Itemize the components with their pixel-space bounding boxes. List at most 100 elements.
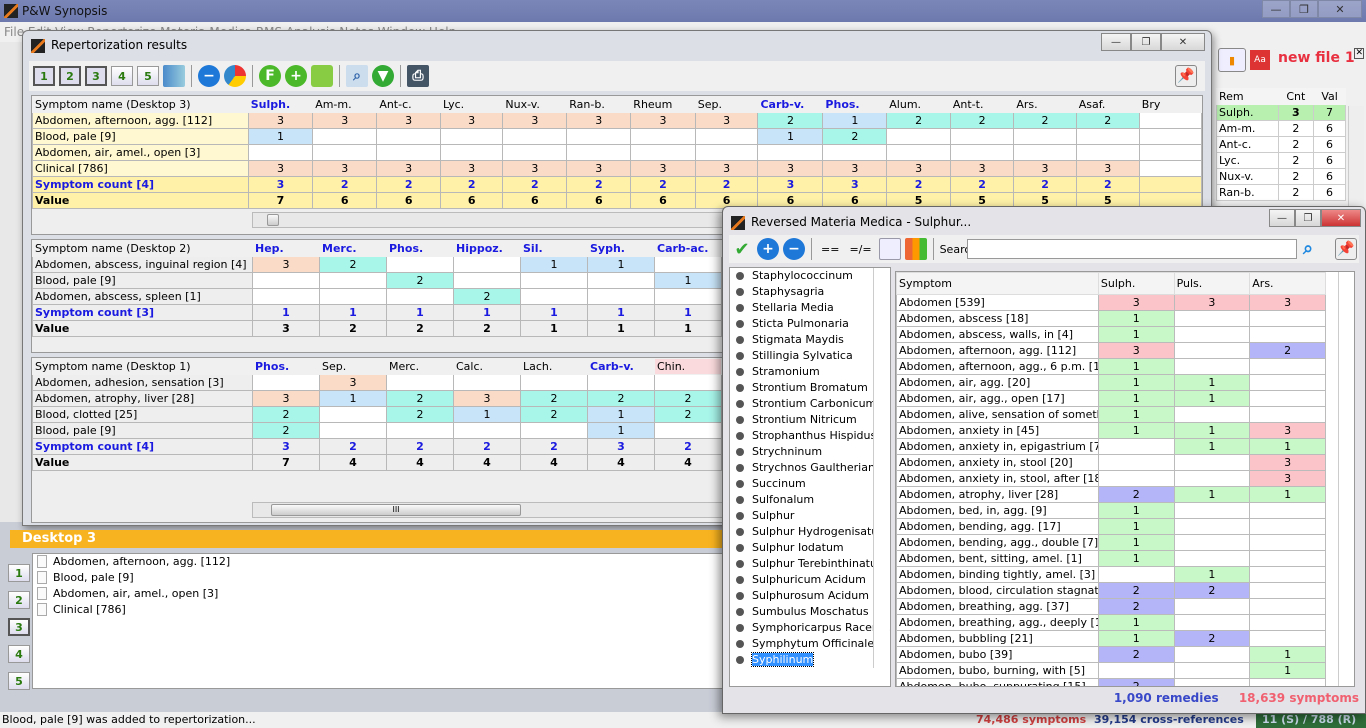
- table-row[interactable]: Am-m. 2 6: [1216, 120, 1346, 137]
- column-header[interactable]: Ars.: [1249, 272, 1326, 295]
- remedy-list-item[interactable]: Stellaria Media: [730, 300, 890, 316]
- remedy-list-scrollbar[interactable]: [873, 268, 889, 668]
- remedy-column-header[interactable]: Rheum: [630, 96, 696, 113]
- summary-scrollbar[interactable]: [1348, 106, 1364, 206]
- remedy-list-item[interactable]: Strontium Carbonicum: [730, 396, 890, 412]
- add-filter-icon[interactable]: +: [285, 65, 307, 87]
- table-row[interactable]: Lyc. 2 6: [1216, 152, 1346, 169]
- symptom-row[interactable]: Abdomen, abscess, spleen [1] 2: [32, 288, 722, 305]
- remedy-column-header[interactable]: Ant-t.: [949, 96, 1015, 113]
- list-item[interactable]: Abdomen, air, amel., open [3]: [33, 586, 731, 602]
- pin-icon[interactable]: 📌: [1175, 65, 1197, 87]
- not-equal-filter-button[interactable]: =/=: [846, 243, 874, 256]
- remedy-list-item[interactable]: Sulfonalum: [730, 492, 890, 508]
- remedy-column-header[interactable]: Am-m.: [312, 96, 378, 113]
- remedy-list-item[interactable]: Sticta Pulmonaria: [730, 316, 890, 332]
- remedy-list-item[interactable]: Sumbulus Moschatus: [730, 604, 890, 620]
- table-row[interactable]: Ant-c. 2 6: [1216, 136, 1346, 153]
- printer-icon[interactable]: ⎙: [407, 65, 429, 87]
- minimize-button[interactable]: —: [1262, 0, 1290, 18]
- pin-icon[interactable]: 📌: [1335, 238, 1357, 260]
- remedy-column-header[interactable]: Carb-v.: [587, 358, 655, 375]
- search-icon[interactable]: ⌕: [346, 65, 368, 87]
- search-icon[interactable]: ⌕: [1303, 238, 1313, 259]
- remedy-column-header[interactable]: Sep.: [694, 96, 759, 113]
- symptom-row[interactable]: Abdomen, adhesion, sensation [3] 3: [32, 374, 722, 391]
- symptom-row[interactable]: Abdomen, anxiety in, stool, after [18] 3: [896, 470, 1326, 487]
- symptom-row[interactable]: Abdomen, binding tightly, amel. [3] 1: [896, 566, 1326, 583]
- remedy-column-header[interactable]: Carb-v.: [757, 96, 824, 113]
- symptom-row[interactable]: Abdomen, afternoon, agg., 6 p.m. [1] 1: [896, 358, 1326, 375]
- remedy-column-header[interactable]: Alum.: [886, 96, 951, 113]
- bar-chart-icon[interactable]: [904, 238, 927, 260]
- remedy-list-item[interactable]: Strontium Nitricum: [730, 412, 890, 428]
- equal-filter-button[interactable]: ==: [818, 243, 842, 256]
- remedy-list-item[interactable]: Sulphur Hydrogenisatum: [730, 524, 890, 540]
- minus-icon[interactable]: −: [198, 65, 220, 87]
- desktop-tab-3[interactable]: 3: [8, 618, 30, 636]
- symptom-row[interactable]: Clinical [786] 3 3 3 3 3 3 3 3 3 3 3 3 3 3: [32, 160, 1202, 177]
- table-row[interactable]: Sulph. 3 7: [1216, 104, 1346, 121]
- symptom-row[interactable]: Abdomen, atrophy, liver [28] 3 1 2 3 2 2 2: [32, 390, 722, 407]
- remedy-column-header[interactable]: Chin.: [654, 358, 722, 375]
- leaf-remove-icon[interactable]: [311, 65, 333, 87]
- symptom-row[interactable]: Abdomen, blood, circulation stagnated…22: [896, 582, 1326, 599]
- down-arrow-icon[interactable]: ▼: [372, 65, 394, 87]
- symptom-row[interactable]: Blood, pale [9] 2 1: [32, 422, 722, 439]
- remedy-list-item[interactable]: Sulphuricum Acidum: [730, 572, 890, 588]
- close-button[interactable]: ✕: [1321, 209, 1361, 227]
- remedy-column-header[interactable]: Merc.: [386, 358, 454, 375]
- column-header[interactable]: Sulph.: [1097, 272, 1175, 295]
- remedy-list-item[interactable]: Stramonium: [730, 364, 890, 380]
- symptom-row[interactable]: Abdomen, breathing, agg. [37] 2: [896, 598, 1326, 615]
- symptom-row[interactable]: Abdomen, bubo, burning, with [5] 1: [896, 662, 1326, 679]
- symptom-row[interactable]: Abdomen, bending, agg. [17] 1: [896, 518, 1326, 535]
- search-input[interactable]: [967, 239, 1297, 259]
- symptom-row[interactable]: Abdomen, bent, sitting, amel. [1] 1: [896, 550, 1326, 567]
- remedy-column-header[interactable]: Ars.: [1013, 96, 1077, 113]
- symptom-row[interactable]: Abdomen, bed, in, agg. [9] 1: [896, 502, 1326, 519]
- symptom-row[interactable]: Abdomen, atrophy, liver [28] 2 1 1: [896, 486, 1326, 503]
- desktop-tab-1[interactable]: 1: [8, 564, 30, 582]
- symptom-row[interactable]: Blood, pale [9] 1 1 2: [32, 128, 1202, 145]
- remove-filter-icon[interactable]: F: [259, 65, 281, 87]
- symptom-row[interactable]: Blood, clotted [25] 2 2 1 2 1 2: [32, 406, 722, 423]
- remedy-column-header[interactable]: Hippoz.: [453, 240, 521, 257]
- symptom-row[interactable]: Abdomen, abscess [18] 1: [896, 310, 1326, 327]
- remedy-column-header[interactable]: Ant-c.: [376, 96, 441, 113]
- remedy-column-header[interactable]: Calc.: [453, 358, 521, 375]
- remedy-list-item[interactable]: Syphilinum: [730, 652, 890, 668]
- font-icon[interactable]: Aa: [1250, 50, 1270, 70]
- pie-chart-icon[interactable]: [224, 65, 246, 87]
- list-item[interactable]: Abdomen, afternoon, agg. [112]: [33, 554, 731, 570]
- remedy-column-header[interactable]: Sil.: [520, 240, 588, 257]
- symptom-row[interactable]: Abdomen, anxiety in, epigastrium [7] 1 1: [896, 438, 1326, 455]
- column-header[interactable]: Puls.: [1173, 272, 1251, 295]
- desktop-4-button[interactable]: 4: [111, 66, 133, 86]
- remedy-column-header[interactable]: Sulph.: [247, 96, 314, 113]
- trash-icon[interactable]: [163, 65, 185, 87]
- col-val[interactable]: Val: [1313, 88, 1346, 105]
- symptom-row[interactable]: Abdomen, afternoon, agg. [112] 3 2: [896, 342, 1326, 359]
- col-cnt[interactable]: Cnt: [1277, 88, 1315, 105]
- close-button[interactable]: ✕: [1318, 0, 1362, 18]
- col-rem[interactable]: Rem: [1216, 88, 1279, 105]
- list-item[interactable]: Blood, pale [9]: [33, 570, 731, 586]
- symptom-row[interactable]: Abdomen, bubo, suppurating [15] 2: [896, 678, 1326, 686]
- desktop-3-button[interactable]: 3: [85, 66, 107, 86]
- remedy-list-item[interactable]: Strychninum: [730, 444, 890, 460]
- symptom-column-header[interactable]: Symptom name (Desktop 3): [32, 96, 249, 113]
- bar-chart-icon[interactable]: ▮: [1218, 48, 1246, 72]
- remedy-column-header[interactable]: Nux-v.: [502, 96, 568, 113]
- minimize-button[interactable]: —: [1101, 33, 1131, 51]
- plus-icon[interactable]: +: [757, 238, 779, 260]
- symptom-column-header[interactable]: Symptom name (Desktop 1): [32, 358, 253, 375]
- symptom-row[interactable]: Abdomen, alive, sensation of somethi… 1: [896, 406, 1326, 423]
- symptom-row[interactable]: Abdomen, anxiety in, stool [20] 3: [896, 454, 1326, 471]
- desktop-2-button[interactable]: 2: [59, 66, 81, 86]
- remedy-list-item[interactable]: Staphylococcinum: [730, 268, 890, 284]
- list-item[interactable]: Clinical [786]: [33, 602, 731, 618]
- remedy-list-item[interactable]: Stillingia Sylvatica: [730, 348, 890, 364]
- minus-icon[interactable]: −: [783, 238, 805, 260]
- remedy-column-header[interactable]: Phos.: [386, 240, 454, 257]
